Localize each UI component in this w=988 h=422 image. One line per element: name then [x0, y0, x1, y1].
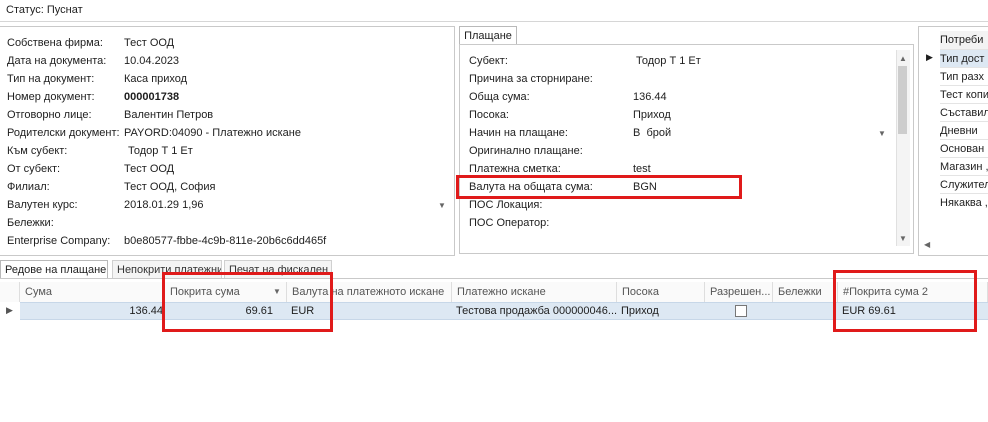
label-company: Собствена фирма:: [7, 37, 103, 49]
label-original-payment: Оригинално плащане:: [469, 145, 583, 157]
label-exchange-rate: Валутен курс:: [7, 199, 78, 211]
allowed-checkbox[interactable]: [735, 305, 747, 317]
value-direction[interactable]: Приход: [633, 106, 671, 124]
label-enterprise: Enterprise Company:: [7, 235, 111, 247]
grid-indicator-header: [0, 282, 20, 302]
label-doc-type: Тип на документ:: [7, 73, 95, 85]
row-indicator-icon: ▶: [6, 305, 13, 315]
cell-amount[interactable]: 136.44: [20, 302, 165, 320]
consumer-item[interactable]: Тип дост: [940, 49, 988, 68]
column-header-request[interactable]: Платежно искане: [452, 282, 617, 302]
value-parent-doc[interactable]: PAYORD:04090 - Платежно искане: [124, 124, 301, 142]
scroll-left-icon[interactable]: ◀: [924, 240, 930, 250]
value-payment-method[interactable]: В брой: [633, 124, 671, 142]
consumers-header: Потреби: [940, 31, 988, 49]
column-header-amount[interactable]: Сума: [20, 282, 165, 302]
label-direction: Посока:: [469, 109, 509, 121]
label-doc-date: Дата на документа:: [7, 55, 107, 67]
value-branch[interactable]: Тест ООД, София: [124, 178, 215, 196]
label-parent-doc: Родителски документ:: [7, 127, 120, 139]
consumer-item[interactable]: Дневни: [940, 121, 988, 140]
chevron-down-icon[interactable]: ▼: [438, 201, 446, 211]
scroll-down-icon[interactable]: ▼: [899, 234, 907, 244]
scroll-up-icon[interactable]: ▲: [899, 54, 907, 64]
tab-payment-rows[interactable]: Редове на плащане: [0, 260, 108, 278]
value-responsible[interactable]: Валентин Петров: [124, 106, 213, 124]
label-responsible: Отговорно лице:: [7, 109, 92, 121]
value-to-subject[interactable]: Тодор Т 1 Ет: [128, 142, 193, 160]
value-company[interactable]: Тест ООД: [124, 34, 174, 52]
consumer-item[interactable]: Служител: [940, 175, 988, 194]
column-header-notes[interactable]: Бележки: [773, 282, 838, 302]
value-exchange-rate[interactable]: 2018.01.29 1,96: [124, 196, 204, 214]
status-label: Статус: Пуснат: [6, 4, 83, 16]
label-from-subject: От субект:: [7, 163, 61, 175]
consumer-item[interactable]: Някаква ,: [940, 193, 988, 212]
tab-payment[interactable]: Плащане: [459, 26, 517, 45]
column-header-allowed[interactable]: Разрешен...: [705, 282, 773, 302]
value-enterprise[interactable]: b0e80577-fbbe-4c9b-811e-20b6c6dd465f: [124, 232, 326, 250]
highlight-covered2-box: [833, 270, 977, 332]
label-total: Обща сума:: [469, 91, 530, 103]
cell-request[interactable]: Тестова продажба 000000046...: [452, 302, 617, 320]
value-doc-date[interactable]: 10.04.2023: [124, 52, 179, 70]
label-branch: Филиал:: [7, 181, 50, 193]
consumer-item[interactable]: Магазин ,: [940, 157, 988, 176]
label-doc-number: Номер документ:: [7, 91, 95, 103]
column-header-direction[interactable]: Посока: [617, 282, 705, 302]
label-notes: Бележки:: [7, 217, 54, 229]
label-reversal-reason: Причина за сторниране:: [469, 73, 593, 85]
highlight-currency-box: [456, 175, 742, 199]
row-indicator-icon: ▶: [926, 52, 933, 62]
value-total[interactable]: 136.44: [633, 88, 667, 106]
label-pos-operator: ПОС Оператор:: [469, 217, 550, 229]
value-subject[interactable]: Тодор Т 1 Ет: [636, 52, 701, 70]
divider: [0, 21, 988, 22]
value-doc-type[interactable]: Каса приход: [124, 70, 187, 88]
consumer-item[interactable]: Тест копи: [940, 85, 988, 104]
consumer-item[interactable]: Основан: [940, 139, 988, 158]
value-doc-number[interactable]: 000001738: [124, 88, 179, 106]
value-from-subject[interactable]: Тест ООД: [124, 160, 174, 178]
scrollbar-thumb[interactable]: [898, 66, 907, 134]
label-subject: Субект:: [469, 55, 508, 67]
consumer-item[interactable]: Съставил: [940, 103, 988, 122]
label-payment-method: Начин на плащане:: [469, 127, 568, 139]
cell-direction[interactable]: Приход: [617, 302, 705, 320]
consumer-item[interactable]: Тип разх: [940, 67, 988, 86]
chevron-down-icon[interactable]: ▼: [878, 129, 886, 139]
highlight-covered-box: [162, 272, 333, 332]
label-to-subject: Към субект:: [7, 145, 68, 157]
cell-notes[interactable]: [773, 302, 838, 320]
